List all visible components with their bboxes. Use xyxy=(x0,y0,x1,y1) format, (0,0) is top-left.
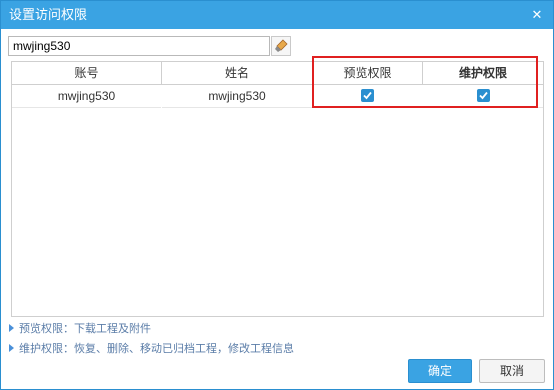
preview-checkbox[interactable] xyxy=(361,89,374,103)
title-bar: 设置访问权限 ✕ xyxy=(1,1,553,29)
preview-note-text: 预览权限：下载工程及附件 xyxy=(19,323,151,335)
cell-account: mwjing530 xyxy=(12,85,161,108)
cell-preview xyxy=(313,85,422,108)
cell-maintain xyxy=(423,85,543,108)
triangle-right-icon xyxy=(9,324,14,333)
column-header-preview: 预览权限 xyxy=(313,62,423,85)
permission-table: 账号 姓名 预览权限 维护权限 mwjing530 mwjing530 xyxy=(11,61,544,317)
maintain-permission-note: 维护权限：恢复、删除、移动已归档工程，修改工程信息 xyxy=(9,341,294,357)
cell-name: mwjing530 xyxy=(162,85,312,108)
column-header-name: 姓名 xyxy=(162,62,313,85)
maintain-note-text: 维护权限：恢复、删除、移动已归档工程，修改工程信息 xyxy=(19,343,294,355)
clear-brush-icon[interactable] xyxy=(271,36,291,56)
cancel-button[interactable]: 取消 xyxy=(479,359,545,383)
search-input[interactable] xyxy=(8,36,270,56)
preview-permission-note: 预览权限：下载工程及附件 xyxy=(9,321,151,337)
dialog-title: 设置访问权限 xyxy=(9,7,88,22)
close-icon[interactable]: ✕ xyxy=(527,5,547,25)
column-header-account: 账号 xyxy=(12,62,162,85)
maintain-checkbox[interactable] xyxy=(476,89,490,103)
column-header-maintain: 维护权限 xyxy=(423,62,543,85)
ok-button[interactable]: 确定 xyxy=(408,359,472,383)
access-permission-dialog: 设置访问权限 ✕ 账号 姓名 预览权限 维护权限 mwjing530 mwjin… xyxy=(0,0,554,390)
triangle-right-icon xyxy=(9,344,14,353)
